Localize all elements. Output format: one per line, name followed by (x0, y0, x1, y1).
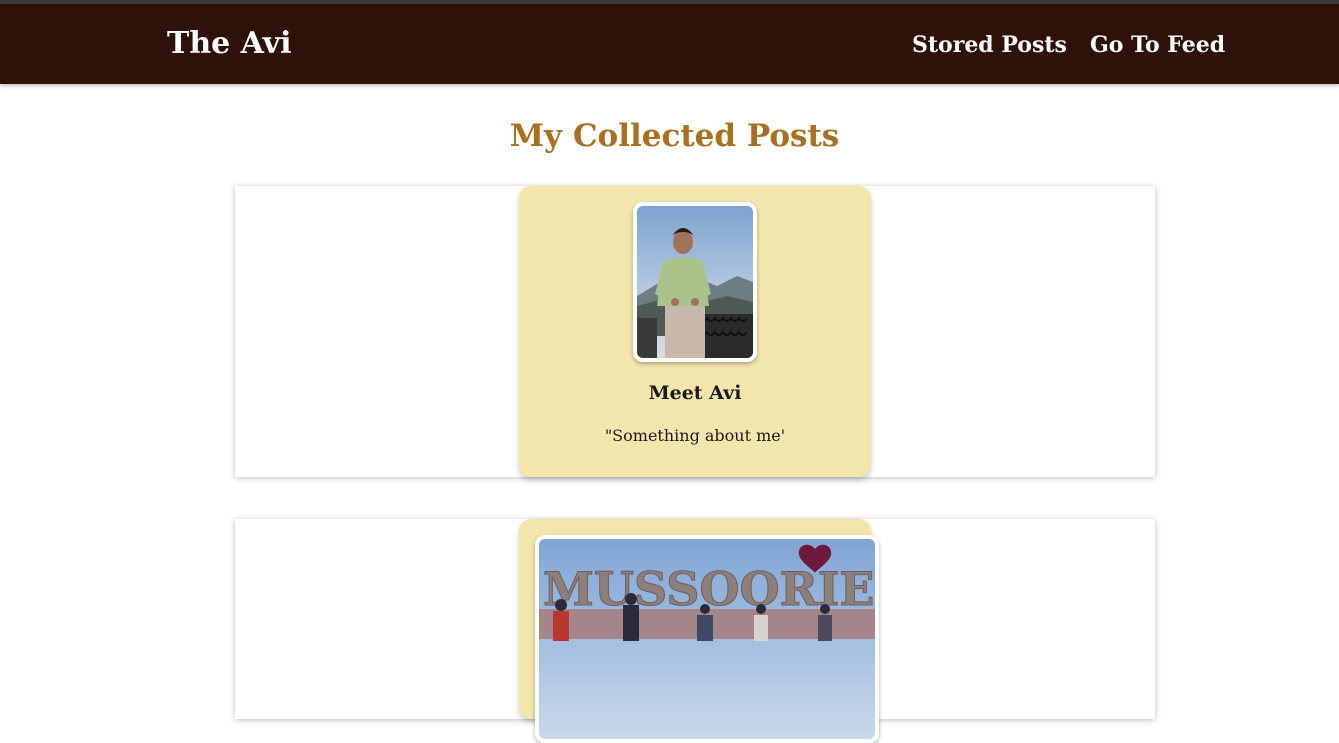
post-container: MUSSOORIE (235, 519, 1155, 743)
post-image-mussoorie: MUSSOORIE (535, 535, 879, 743)
post-card[interactable]: Meet Avi "Something about me' (519, 186, 871, 477)
post-card[interactable]: MUSSOORIE (519, 519, 879, 743)
navbar: The Avi Stored Posts Go To Feed (0, 4, 1339, 84)
post-image-person (633, 202, 757, 362)
nav-link-stored-posts[interactable]: Stored Posts (912, 32, 1067, 58)
post-container: Meet Avi "Something about me' (235, 186, 1155, 477)
mussoorie-photo-illustration: MUSSOORIE (539, 539, 875, 739)
post-excerpt: "Something about me' (604, 426, 786, 445)
post-title: Meet Avi (648, 382, 742, 404)
page-title: My Collected Posts (509, 118, 840, 154)
nav-link-go-to-feed[interactable]: Go To Feed (1090, 32, 1225, 58)
brand-logo-link[interactable]: The Avi (167, 26, 292, 61)
person-photo-illustration (637, 206, 753, 358)
